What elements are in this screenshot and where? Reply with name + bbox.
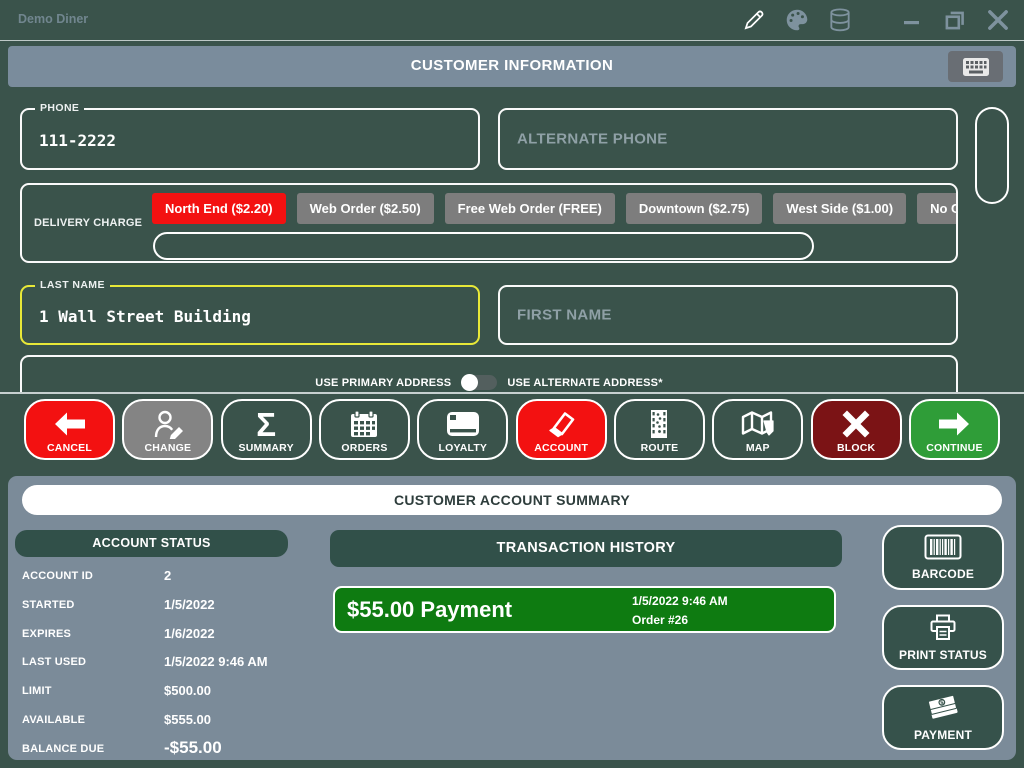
transaction-amount: $55.00 Payment [347,597,512,623]
restore-icon[interactable] [941,6,969,34]
delivery-option-web-order[interactable]: Web Order ($2.50) [297,193,434,224]
calendar-icon [349,404,379,444]
printer-icon [929,614,957,646]
payment-button[interactable]: $ PAYMENT [882,685,1004,750]
route-map-icon [645,404,673,444]
titlebar: Demo Diner [0,0,1024,41]
print-status-button[interactable]: PRINT STATUS [882,605,1004,670]
close-icon[interactable] [984,6,1012,34]
action-bar: CANCEL CHANGE Σ SUMMARY [0,399,1024,460]
transaction-item[interactable]: $55.00 Payment 1/5/2022 9:46 AM Order #2… [333,586,836,633]
summary-side-buttons: BARCODE PRINT STATUS [882,525,1004,765]
transaction-history-header: TRANSACTION HISTORY [330,530,842,567]
delivery-option-west-side[interactable]: West Side ($1.00) [773,193,906,224]
last-name-label: LAST NAME [35,279,110,291]
wallet-icon [545,404,577,444]
route-button[interactable]: ROUTE [614,399,705,460]
delivery-charge-options: North End ($2.20) Web Order ($2.50) Free… [152,193,958,224]
transaction-order-number: Order #26 [632,613,728,627]
customer-account-summary-panel: CUSTOMER ACCOUNT SUMMARY ACCOUNT STATUS … [8,476,1016,760]
form-scrollbar[interactable] [975,107,1009,204]
barcode-icon [924,534,962,565]
folded-map-icon [740,404,776,444]
map-button[interactable]: MAP [712,399,803,460]
phone-value: 111-2222 [39,131,116,150]
address-toggle[interactable] [461,375,497,390]
summary-button[interactable]: Σ SUMMARY [221,399,312,460]
delivery-charge-label: DELIVERY CHARGE [34,217,142,229]
delivery-option-north-end[interactable]: North End ($2.20) [152,193,286,224]
last-name-field[interactable]: LAST NAME 1 Wall Street Building [20,285,480,345]
person-edit-icon [151,404,185,444]
page-title: CUSTOMER INFORMATION [8,57,1016,74]
status-row-available: AVAILABLE $555.00 [22,707,322,736]
delivery-option-no-charge[interactable]: No Charge [917,193,958,224]
database-icon[interactable] [826,6,854,34]
credit-card-icon [446,404,480,444]
phone-field[interactable]: PHONE 111-2222 [20,108,480,170]
status-row-balance-due: BALANCE DUE -$55.00 [22,736,322,765]
change-button[interactable]: CHANGE [122,399,213,460]
keyboard-icon [961,56,991,78]
action-bar-divider [0,392,1024,394]
loyalty-button[interactable]: LOYALTY [417,399,508,460]
orders-button[interactable]: ORDERS [319,399,410,460]
barcode-button[interactable]: BARCODE [882,525,1004,590]
status-row-started: STARTED 1/5/2022 [22,592,322,621]
first-name-placeholder: FIRST NAME [517,307,612,324]
arrow-right-icon [937,404,971,444]
transaction-meta: 1/5/2022 9:46 AM Order #26 [632,594,728,627]
account-button[interactable]: ACCOUNT [516,399,607,460]
status-row-account-id: ACCOUNT ID 2 [22,563,322,592]
theme-palette-icon[interactable] [783,6,811,34]
status-row-last-used: LAST USED 1/5/2022 9:46 AM [22,649,322,678]
address-toggle-row: USE PRIMARY ADDRESS USE ALTERNATE ADDRES… [22,375,956,390]
account-status-header: ACCOUNT STATUS [15,530,288,557]
status-row-limit: LIMIT $500.00 [22,678,322,707]
cash-icon: $ [926,693,960,726]
alternate-phone-placeholder: ALTERNATE PHONE [517,131,668,148]
sigma-icon: Σ [256,404,276,444]
titlebar-icons [740,6,1012,34]
last-name-value: 1 Wall Street Building [39,307,251,326]
alternate-phone-field[interactable]: ALTERNATE PHONE [498,108,958,170]
use-alternate-address-label: USE ALTERNATE ADDRESS* [507,377,662,389]
transaction-datetime: 1/5/2022 9:46 AM [632,594,728,608]
app-title: Demo Diner [18,12,88,26]
use-primary-address-label: USE PRIMARY ADDRESS [315,377,451,389]
minimize-icon[interactable] [898,6,926,34]
app-window: Demo Diner CUSTOMER INFORMATION [0,0,1024,768]
continue-button[interactable]: CONTINUE [909,399,1000,460]
first-name-field[interactable]: FIRST NAME [498,285,958,345]
delivery-charge-section: DELIVERY CHARGE North End ($2.20) Web Or… [20,183,958,263]
address-section: USE PRIMARY ADDRESS USE ALTERNATE ADDRES… [20,355,958,393]
arrow-left-icon [53,404,87,444]
phone-label: PHONE [35,102,84,114]
status-row-expires: EXPIRES 1/6/2022 [22,621,322,650]
delivery-charge-custom-input[interactable] [153,232,814,260]
summary-panel-title: CUSTOMER ACCOUNT SUMMARY [22,485,1002,515]
toggle-knob [461,374,478,391]
block-button[interactable]: BLOCK [811,399,902,460]
x-cross-icon [841,404,871,444]
account-status-table: ACCOUNT ID 2 STARTED 1/5/2022 EXPIRES 1/… [22,563,322,765]
keyboard-button[interactable] [948,51,1003,82]
customer-information-header: CUSTOMER INFORMATION [8,46,1016,87]
edit-pencil-icon[interactable] [740,6,768,34]
delivery-option-free-web-order[interactable]: Free Web Order (FREE) [445,193,615,224]
delivery-option-downtown[interactable]: Downtown ($2.75) [626,193,763,224]
cancel-button[interactable]: CANCEL [24,399,115,460]
